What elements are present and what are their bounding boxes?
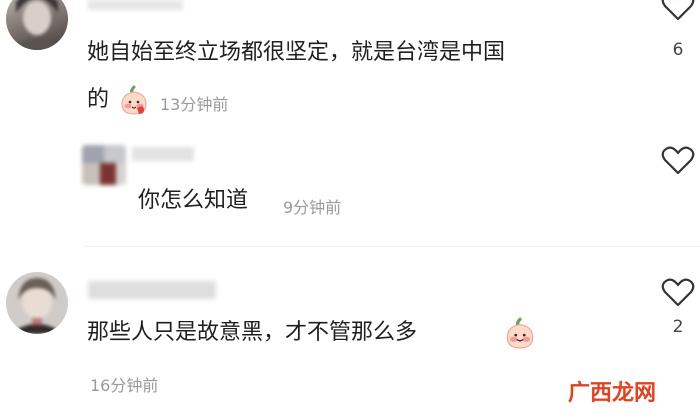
blush-peach-emoji	[502, 315, 538, 351]
comment-text: 那些人只是故意黑，才不管那么多	[87, 320, 418, 345]
avatar[interactable]	[6, 0, 68, 50]
like-count: 2	[672, 317, 684, 337]
blush-peach-emoji	[117, 83, 151, 117]
avatar[interactable]	[6, 272, 68, 334]
watermark: 广西龙网	[568, 381, 657, 406]
comment-text: 的	[87, 87, 110, 112]
reply-time: 9分钟前	[283, 198, 342, 217]
divider	[84, 246, 700, 247]
reply-text: 你怎么知道	[138, 188, 249, 213]
username-blurred	[88, 281, 216, 299]
heart-outline-icon[interactable]	[661, 146, 695, 176]
comment-text: 她自始至终立场都很坚定，就是台湾是中国	[87, 40, 506, 65]
reply-avatar[interactable]	[82, 145, 126, 185]
comment-time: 16分钟前	[90, 376, 159, 395]
username-blurred	[88, 0, 183, 10]
heart-outline-icon[interactable]	[661, 0, 695, 22]
heart-outline-icon[interactable]	[661, 278, 695, 308]
reply-username-blurred	[132, 147, 194, 161]
comment-time: 13分钟前	[160, 95, 229, 114]
like-count: 6	[672, 40, 684, 60]
